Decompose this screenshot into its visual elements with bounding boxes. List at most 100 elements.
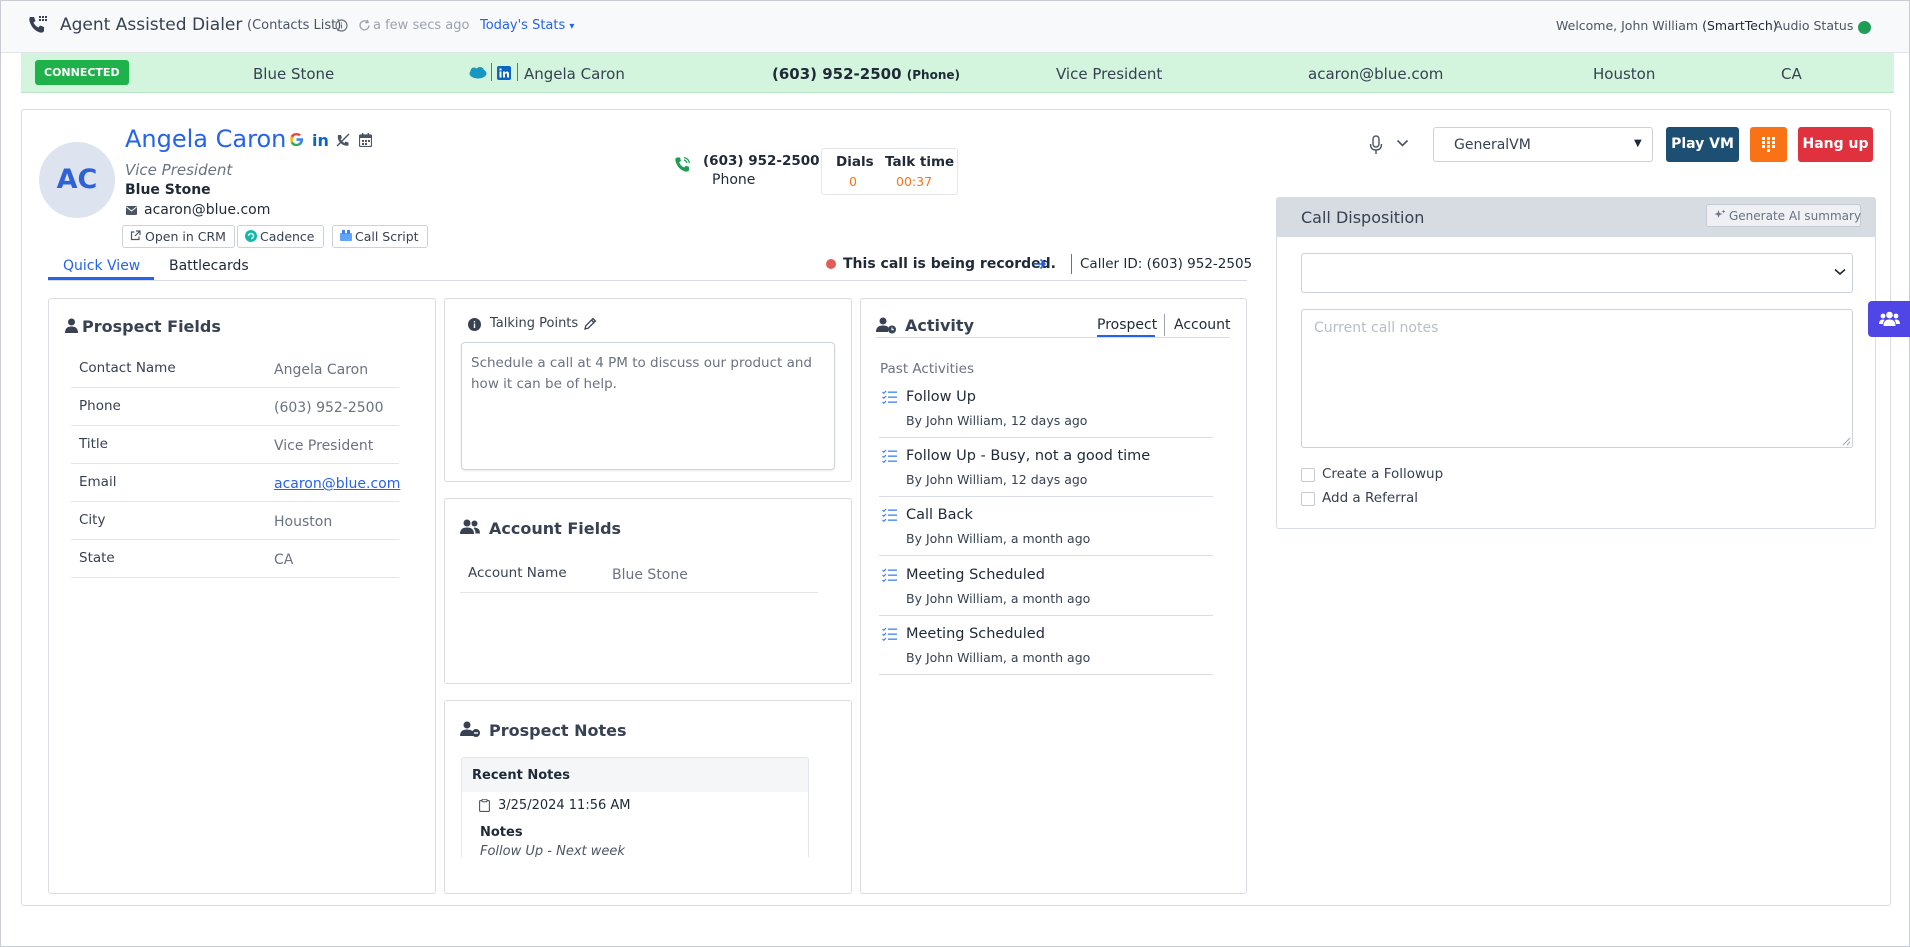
refresh-icon[interactable]: [358, 19, 371, 32]
connection-title: Vice President: [1056, 65, 1163, 83]
account-fields-heading: Account Fields: [489, 519, 622, 538]
notes-label: Notes: [480, 825, 523, 840]
pencil-icon[interactable]: [584, 317, 597, 330]
recording-notice: This call is being recorded.: [843, 256, 1057, 272]
linkedin-icon[interactable]: [497, 66, 511, 80]
open-in-crm-button[interactable]: Open in CRM: [122, 225, 235, 248]
dialer-phone-icon: [26, 14, 48, 36]
audio-status-label: Audio Status: [1774, 18, 1854, 33]
dialpad-button[interactable]: [1750, 127, 1787, 162]
talking-points-heading: Talking Points: [490, 316, 579, 331]
todays-stats-link[interactable]: Today's Stats ▾: [480, 18, 574, 33]
cadence-button[interactable]: Cadence: [237, 225, 324, 248]
call-script-button[interactable]: Call Script: [332, 225, 428, 248]
talking-points-text: Schedule a call at 4 PM to discuss our p…: [471, 355, 813, 392]
call-stats-box: Dials 0 Talk time 00:37: [821, 148, 958, 195]
talk-time-label: Talk time: [885, 154, 955, 170]
create-followup-checkbox[interactable]: [1301, 468, 1315, 482]
dials-value: 0: [849, 174, 857, 189]
user-clock-icon: [876, 317, 896, 334]
connection-state: CA: [1781, 65, 1802, 83]
disposition-select[interactable]: [1301, 253, 1853, 293]
top-bar: Agent Assisted Dialer (Contacts List) a …: [1, 1, 1909, 53]
recording-dot-icon: [826, 259, 836, 269]
activity-item[interactable]: Meeting Scheduled By John William, a mon…: [879, 616, 1213, 675]
chevron-down-icon[interactable]: [1396, 139, 1409, 148]
connection-city: Houston: [1593, 65, 1656, 83]
prospect-phone[interactable]: (603) 952-2500: [703, 153, 820, 169]
prospect-company: Blue Stone: [125, 182, 211, 198]
arrow-right-icon[interactable]: [1032, 258, 1047, 270]
create-followup-label: Create a Followup: [1322, 466, 1444, 482]
call-notes-textarea[interactable]: Current call notes: [1301, 309, 1853, 448]
salesforce-icon[interactable]: [469, 67, 487, 79]
clipboard-icon: [479, 799, 490, 812]
field-row: Phone (603) 952-2500: [71, 388, 399, 426]
audio-status-indicator: [1858, 21, 1871, 34]
hang-up-button[interactable]: Hang up: [1798, 127, 1873, 162]
activity-item[interactable]: Follow Up - Busy, not a good time By Joh…: [879, 438, 1213, 497]
linkedin-profile-icon[interactable]: in: [312, 131, 329, 150]
activity-item[interactable]: Follow Up By John William, 12 days ago: [879, 379, 1213, 438]
activity-item[interactable]: Call Back By John William, a month ago: [879, 497, 1213, 556]
team-side-tab[interactable]: [1868, 301, 1910, 337]
connection-company: Blue Stone: [253, 65, 335, 83]
user-icon: [65, 318, 78, 333]
field-row: Title Vice President: [71, 426, 399, 464]
field-row: Contact Name Angela Caron: [71, 350, 399, 388]
select-caret-icon: ▼: [1634, 138, 1642, 149]
caller-id: Caller ID: (603) 952-2505: [1080, 256, 1253, 272]
note-date: 3/25/2024 11:56 AM: [498, 798, 631, 813]
user-note-icon: [460, 721, 480, 737]
microphone-icon[interactable]: [1369, 135, 1383, 155]
prospect-email[interactable]: acaron@blue.com: [144, 202, 270, 218]
activity-item[interactable]: Meeting Scheduled By John William, a mon…: [879, 557, 1213, 616]
email-link[interactable]: acaron@blue.com: [274, 476, 400, 492]
dials-label: Dials: [836, 154, 874, 170]
app-title: Agent Assisted Dialer: [60, 15, 243, 35]
external-link-icon: [130, 230, 141, 241]
connection-contact: Angela Caron: [524, 65, 625, 83]
activity-tab-prospect[interactable]: Prospect: [1097, 317, 1157, 333]
no-call-icon[interactable]: [336, 133, 351, 148]
task-list-icon: [882, 568, 897, 582]
add-referral-checkbox[interactable]: [1301, 492, 1315, 506]
task-list-icon: [882, 390, 897, 404]
play-vm-button[interactable]: Play VM: [1666, 127, 1739, 162]
talking-points-box[interactable]: Schedule a call at 4 PM to discuss our p…: [461, 342, 835, 470]
prospect-notes-heading: Prospect Notes: [489, 721, 627, 740]
past-activities-label: Past Activities: [880, 361, 975, 377]
recent-notes-label: Recent Notes: [472, 768, 570, 783]
field-row: Email acaron@blue.com: [71, 464, 400, 502]
resize-handle-icon[interactable]: [1842, 437, 1851, 446]
field-row: Account Name Blue Stone: [460, 555, 818, 593]
task-list-icon: [882, 449, 897, 463]
calendar-icon[interactable]: [359, 133, 372, 147]
voicemail-select[interactable]: GeneralVM ▼: [1433, 127, 1653, 162]
task-list-icon: [882, 627, 897, 641]
activity-heading: Activity: [905, 316, 974, 335]
talk-time-value: 00:37: [896, 174, 933, 189]
connected-badge: CONNECTED: [35, 60, 129, 85]
script-icon: [340, 230, 352, 241]
users-icon: [460, 519, 480, 535]
chevron-down-icon: [1834, 268, 1846, 276]
envelope-icon: [126, 206, 137, 215]
info-circle-icon: [468, 318, 481, 331]
info-icon[interactable]: [335, 19, 348, 32]
phone-call-icon[interactable]: [674, 156, 691, 173]
recent-notes-card: Recent Notes 3/25/2024 11:56 AM Notes Fo…: [461, 757, 809, 857]
google-icon[interactable]: [289, 132, 304, 147]
tab-battlecards[interactable]: Battlecards: [169, 258, 249, 274]
field-row: City Houston: [71, 502, 399, 540]
activity-tab-account[interactable]: Account: [1174, 317, 1231, 333]
connection-email: acaron@blue.com: [1308, 65, 1444, 83]
sparkle-icon: [1714, 209, 1726, 221]
prospect-fields-heading: Prospect Fields: [82, 317, 221, 336]
task-list-icon: [882, 508, 897, 522]
generate-ai-summary-button[interactable]: Generate AI summary: [1706, 204, 1861, 227]
sync-time: a few secs ago: [373, 18, 470, 33]
tab-quick-view[interactable]: Quick View: [63, 258, 140, 274]
cadence-icon: [245, 230, 257, 242]
prospect-name[interactable]: Angela Caron: [125, 125, 286, 153]
